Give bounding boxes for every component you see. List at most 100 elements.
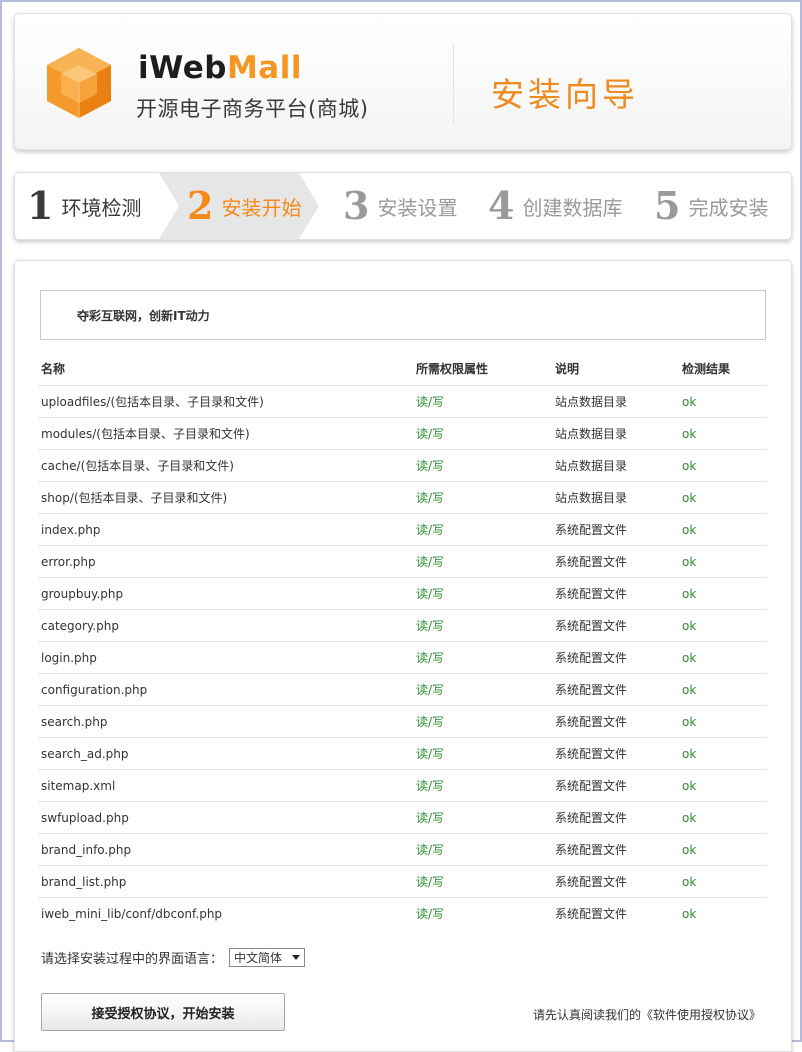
- step-number: 4: [488, 183, 515, 228]
- notice-box: 夺彩互联网，创新IT动力: [40, 290, 766, 340]
- window-frame: iWebMall 开源电子商务平台(商城) 安装向导 1 环境检测 2 安装开始…: [0, 0, 802, 1052]
- cell-permission: 读/写: [413, 673, 552, 706]
- table-row: shop/(包括本目录、子目录和文件) 读/写 站点数据目录 ok: [38, 481, 767, 514]
- step-3: 3 安装设置: [343, 173, 457, 239]
- language-label: 请选择安装过程中的界面语言：: [41, 952, 224, 967]
- cell-description: 系统配置文件: [552, 577, 679, 610]
- cell-permission: 读/写: [413, 865, 552, 898]
- cell-permission: 读/写: [413, 769, 552, 802]
- cell-permission: 读/写: [413, 385, 552, 418]
- step-number: 1: [27, 183, 54, 228]
- table-row: search_ad.php 读/写 系统配置文件 ok: [38, 737, 767, 770]
- cell-name: swfupload.php: [38, 801, 413, 834]
- cell-permission: 读/写: [413, 513, 552, 546]
- cell-permission: 读/写: [413, 737, 552, 770]
- cell-name: index.php: [38, 513, 413, 546]
- permission-check-table: 名称 所需权限属性 说明 检测结果 uploadfiles/(包括本目录、子目录…: [38, 351, 767, 929]
- cell-description: 站点数据目录: [552, 417, 679, 450]
- cell-result: ok: [679, 769, 767, 802]
- cell-name: shop/(包括本目录、子目录和文件): [38, 481, 413, 514]
- cell-result: ok: [679, 481, 767, 514]
- cell-permission: 读/写: [413, 833, 552, 866]
- cell-name: groupbuy.php: [38, 577, 413, 610]
- cell-description: 系统配置文件: [552, 609, 679, 642]
- cell-name: configuration.php: [38, 673, 413, 706]
- cell-permission: 读/写: [413, 481, 552, 514]
- cell-permission: 读/写: [413, 609, 552, 642]
- col-header-name: 名称: [41, 361, 66, 376]
- table-body: uploadfiles/(包括本目录、子目录和文件) 读/写 站点数据目录 ok mod…: [38, 385, 767, 929]
- table-row: iweb_mini_lib/conf/dbconf.php 读/写 系统配置文件 ok: [38, 897, 767, 929]
- accept-license-button[interactable]: 接受授权协议，开始安装: [41, 993, 285, 1031]
- brand-tagline: 开源电子商务平台(商城): [136, 97, 369, 121]
- cell-result: ok: [679, 545, 767, 578]
- cell-name: brand_info.php: [38, 833, 413, 866]
- cell-result: ok: [679, 385, 767, 418]
- dropdown-arrow-icon: [292, 955, 301, 960]
- table-header-row: 名称 所需权限属性 说明 检测结果: [38, 351, 767, 386]
- cell-result: ok: [679, 513, 767, 546]
- table-row: configuration.php 读/写 系统配置文件 ok: [38, 673, 767, 706]
- cell-permission: 读/写: [413, 577, 552, 610]
- cell-description: 站点数据目录: [552, 481, 679, 514]
- cell-description: 系统配置文件: [552, 801, 679, 834]
- step-progress-bar: 1 环境检测 2 安装开始 3 安装设置 4 创建数据库 5 完成安装: [14, 172, 792, 240]
- cell-result: ok: [679, 705, 767, 738]
- cell-description: 站点数据目录: [552, 449, 679, 482]
- cell-name: category.php: [38, 609, 413, 642]
- license-agreement-link[interactable]: 《软件使用授权协议》: [641, 1008, 761, 1022]
- cell-description: 系统配置文件: [552, 641, 679, 674]
- cell-description: 系统配置文件: [552, 865, 679, 898]
- step-label: 环境检测: [61, 195, 142, 220]
- license-note-prefix: 请先认真阅读我们的: [533, 1008, 642, 1022]
- brand-part-mall: Mall: [226, 50, 302, 86]
- table-row: swfupload.php 读/写 系统配置文件 ok: [38, 801, 767, 834]
- cell-name: error.php: [38, 545, 413, 578]
- table-row: sitemap.xml 读/写 系统配置文件 ok: [38, 769, 767, 802]
- cell-result: ok: [679, 801, 767, 834]
- cell-result: ok: [679, 609, 767, 642]
- cell-name: modules/(包括本目录、子目录和文件): [38, 417, 413, 450]
- cell-result: ok: [679, 737, 767, 770]
- wizard-title: 安装向导: [491, 75, 639, 114]
- table-row: brand_list.php 读/写 系统配置文件 ok: [38, 865, 767, 898]
- cell-name: uploadfiles/(包括本目录、子目录和文件): [38, 385, 413, 418]
- col-header-description: 说明: [555, 361, 580, 376]
- step-number: 5: [654, 183, 681, 228]
- cell-result: ok: [679, 577, 767, 610]
- cell-description: 系统配置文件: [552, 897, 679, 929]
- cell-description: 系统配置文件: [552, 545, 679, 578]
- table-row: brand_info.php 读/写 系统配置文件 ok: [38, 833, 767, 866]
- step-5: 5 完成安装: [654, 173, 768, 239]
- cell-name: cache/(包括本目录、子目录和文件): [38, 449, 413, 482]
- step-4: 4 创建数据库: [488, 173, 622, 239]
- table-row: login.php 读/写 系统配置文件 ok: [38, 641, 767, 674]
- table-row: uploadfiles/(包括本目录、子目录和文件) 读/写 站点数据目录 ok: [38, 385, 767, 418]
- cell-description: 系统配置文件: [552, 673, 679, 706]
- main-content: 夺彩互联网，创新IT动力 名称 所需权限属性 说明 检测结果 uploadfil…: [14, 260, 792, 1052]
- table-row: groupbuy.php 读/写 系统配置文件 ok: [38, 577, 767, 610]
- cell-result: ok: [679, 865, 767, 898]
- cell-result: ok: [679, 417, 767, 450]
- cell-name: login.php: [38, 641, 413, 674]
- table-row: category.php 读/写 系统配置文件 ok: [38, 609, 767, 642]
- cell-name: brand_list.php: [38, 865, 413, 898]
- step-number: 2: [187, 183, 214, 228]
- cell-permission: 读/写: [413, 897, 552, 929]
- cell-name: search_ad.php: [38, 737, 413, 770]
- cell-description: 系统配置文件: [552, 705, 679, 738]
- cell-permission: 读/写: [413, 449, 552, 482]
- step-2: 2 安装开始: [187, 173, 301, 239]
- language-select[interactable]: 中文简体: [229, 948, 306, 967]
- cell-result: ok: [679, 897, 767, 929]
- table-row: error.php 读/写 系统配置文件 ok: [38, 545, 767, 578]
- cell-name: search.php: [38, 705, 413, 738]
- cell-permission: 读/写: [413, 801, 552, 834]
- cell-name: sitemap.xml: [38, 769, 413, 802]
- cell-result: ok: [679, 833, 767, 866]
- table-row: modules/(包括本目录、子目录和文件) 读/写 站点数据目录 ok: [38, 417, 767, 450]
- cell-description: 系统配置文件: [552, 833, 679, 866]
- cell-description: 系统配置文件: [552, 513, 679, 546]
- cell-result: ok: [679, 641, 767, 674]
- language-selected-value: 中文简体: [234, 951, 283, 965]
